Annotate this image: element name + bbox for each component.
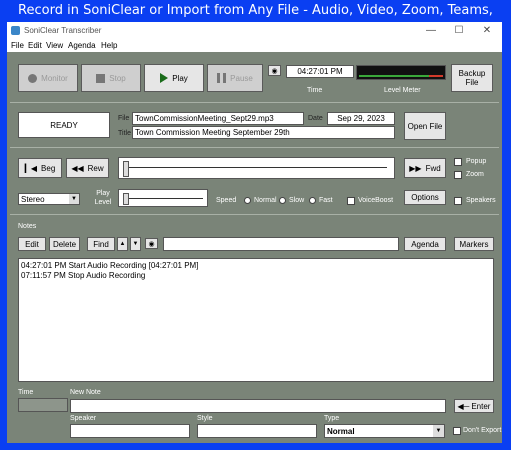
camera-icon[interactable]: ◉ — [268, 65, 281, 76]
divider — [10, 214, 499, 215]
arrow-up-icon[interactable]: ▲ — [117, 237, 128, 251]
divider — [10, 147, 499, 148]
chevron-down-icon: ▼ — [433, 425, 444, 437]
style-label: Style — [197, 415, 213, 422]
stop-icon — [96, 73, 106, 83]
voiceboost-checkbox[interactable] — [347, 197, 355, 205]
fast-forward-icon: ▶▶ — [409, 163, 422, 173]
voiceboost-label: VoiceBoost — [358, 197, 394, 204]
style-input[interactable] — [197, 424, 317, 438]
file-label: File — [118, 115, 130, 122]
level-meter — [356, 65, 446, 80]
menu-help[interactable]: Help — [101, 41, 117, 50]
date-field[interactable]: Sep 29, 2023 — [327, 112, 395, 125]
speed-normal-radio[interactable] — [244, 197, 251, 204]
options-button[interactable]: Options — [404, 190, 446, 205]
app-icon — [11, 26, 20, 35]
menu-view[interactable]: View — [46, 41, 63, 50]
camera-icon[interactable]: ◉ — [145, 238, 158, 249]
find-input[interactable] — [163, 237, 399, 251]
channel-select[interactable]: Stereo ▼ — [18, 193, 80, 205]
popup-label: Popup — [466, 158, 487, 165]
minimize-button[interactable]: — — [419, 24, 443, 38]
pause-icon — [217, 73, 227, 83]
popup-checkbox[interactable] — [454, 158, 462, 166]
rewind-button[interactable]: ◀◀ Rew — [66, 158, 109, 178]
dont-export-label: Don't Export — [463, 427, 502, 434]
menu-agenda[interactable]: Agenda — [68, 41, 96, 50]
headphones-icon — [28, 73, 38, 83]
speed-normal-label: Normal — [254, 197, 277, 204]
delete-button[interactable]: Delete — [49, 237, 80, 251]
forward-button[interactable]: ▶▶ Fwd — [404, 158, 446, 178]
menu-edit[interactable]: Edit — [28, 41, 42, 50]
title-bar: SoniClear Transcriber — ☐ ✕ — [7, 22, 502, 40]
speed-label: Speed — [216, 197, 237, 204]
markers-button[interactable]: Markers — [454, 237, 494, 251]
type-select[interactable]: Normal ▼ — [324, 424, 445, 438]
file-name-field[interactable]: TownCommissionMeeting_Sept29.mp3 — [132, 112, 304, 125]
rewind-icon: ◀◀ — [71, 163, 84, 173]
pause-button[interactable]: Pause — [207, 64, 263, 92]
zoom-label: Zoom — [466, 171, 484, 178]
promo-banner: Record in SoniClear or Import from Any F… — [18, 3, 493, 40]
speaker-label: Speaker — [70, 415, 97, 422]
beginning-button[interactable]: ▎◀ Beg — [18, 158, 62, 178]
list-item[interactable]: 07:11:57 PM Stop Audio Recording — [21, 271, 491, 281]
stop-button[interactable]: Stop — [81, 64, 141, 92]
notes-log[interactable]: 04:27:01 PM Start Audio Recording [04:27… — [18, 258, 494, 382]
speed-fast-label: Fast — [319, 197, 333, 204]
play-icon — [160, 73, 169, 83]
play-level-thumb[interactable] — [123, 193, 129, 205]
date-label: Date — [308, 115, 323, 122]
speed-slow-label: Slow — [289, 197, 305, 204]
zoom-checkbox[interactable] — [454, 171, 462, 179]
speed-slow-radio[interactable] — [279, 197, 286, 204]
play-button[interactable]: Play — [144, 64, 204, 92]
arrow-down-icon[interactable]: ▼ — [130, 237, 141, 251]
maximize-button[interactable]: ☐ — [447, 24, 471, 38]
open-file-button[interactable]: Open File — [404, 112, 446, 140]
play-level-label: Play Level — [94, 190, 112, 206]
new-note-label: New Note — [70, 389, 101, 396]
note-time-label: Time — [18, 389, 34, 396]
speed-fast-radio[interactable] — [309, 197, 316, 204]
monitor-button[interactable]: Monitor — [18, 64, 78, 92]
time-label: Time — [307, 87, 323, 94]
title-field[interactable]: Town Commission Meeting September 29th — [132, 126, 395, 139]
time-display: 04:27:01 PM — [286, 65, 354, 78]
enter-button[interactable]: ◀─ Enter — [454, 399, 494, 413]
close-button[interactable]: ✕ — [475, 24, 499, 38]
skip-back-icon: ▎◀ — [24, 163, 38, 173]
speakers-checkbox[interactable] — [454, 197, 462, 205]
chevron-down-icon: ▼ — [69, 194, 79, 204]
type-label: Type — [324, 415, 340, 422]
app-window: SoniClear Transcriber — ☐ ✕ File Edit Vi… — [7, 22, 502, 443]
title-label: Title — [118, 130, 131, 137]
status-display: READY — [18, 112, 110, 138]
window-title: SoniClear Transcriber — [24, 26, 102, 35]
speaker-input[interactable] — [70, 424, 190, 438]
note-time-field — [18, 398, 68, 412]
position-slider-thumb[interactable] — [123, 161, 129, 177]
dont-export-checkbox[interactable] — [453, 427, 461, 435]
list-item[interactable]: 04:27:01 PM Start Audio Recording [04:27… — [21, 261, 491, 271]
play-level-slider[interactable] — [118, 189, 208, 207]
menu-file[interactable]: File — [11, 41, 24, 50]
backup-file-button[interactable]: Backup File — [451, 64, 493, 92]
level-meter-label: Level Meter — [384, 87, 421, 94]
speakers-label: Speakers — [466, 197, 496, 204]
find-button[interactable]: Find — [87, 237, 115, 251]
edit-button[interactable]: Edit — [18, 237, 46, 251]
agenda-button[interactable]: Agenda — [404, 237, 446, 251]
divider — [10, 102, 499, 103]
position-slider[interactable] — [118, 157, 395, 179]
enter-icon: ◀─ — [457, 401, 470, 411]
menu-bar: File Edit View Agenda Help — [7, 40, 502, 52]
notes-heading: Notes — [18, 223, 37, 230]
new-note-input[interactable] — [70, 399, 446, 413]
